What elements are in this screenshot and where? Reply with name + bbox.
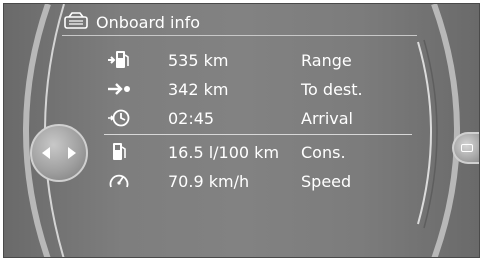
to-destination-label: To dest.	[301, 79, 363, 99]
info-row-arrival[interactable]: 02:45 Arrival	[104, 104, 416, 132]
to-destination-value: 342 km	[168, 79, 229, 99]
info-row-consumption[interactable]: 16.5 l/100 km Cons.	[104, 138, 416, 166]
destination-arrow-icon	[104, 78, 134, 100]
arrival-value: 02:45	[168, 108, 215, 128]
header-divider	[62, 35, 417, 36]
consumption-value: 16.5 l/100 km	[168, 142, 280, 162]
speedometer-icon	[104, 170, 134, 192]
fuel-pump-icon	[104, 141, 134, 163]
fuel-range-icon	[104, 49, 134, 71]
side-menu-button[interactable]	[452, 132, 479, 164]
range-label: Range	[301, 50, 352, 70]
arrival-clock-icon	[104, 107, 134, 129]
speed-value: 70.9 km/h	[168, 171, 250, 191]
arrival-label: Arrival	[301, 108, 353, 128]
consumption-label: Cons.	[301, 142, 346, 162]
row-divider	[104, 134, 412, 135]
onboard-info-screen: Onboard info 535 km Range 342 km To dest…	[3, 3, 480, 258]
header: Onboard info	[64, 9, 200, 35]
controller-knob[interactable]	[30, 124, 88, 182]
info-row-range[interactable]: 535 km Range	[104, 46, 416, 74]
screen-icon	[461, 144, 473, 152]
info-row-to-destination[interactable]: 342 km To dest.	[104, 75, 416, 103]
arrow-left-icon[interactable]	[42, 147, 50, 159]
info-row-speed[interactable]: 70.9 km/h Speed	[104, 167, 416, 195]
range-value: 535 km	[168, 50, 229, 70]
arrow-right-icon[interactable]	[68, 147, 76, 159]
speed-label: Speed	[301, 171, 352, 191]
page-title: Onboard info	[96, 12, 201, 32]
car-computer-icon	[64, 12, 88, 32]
